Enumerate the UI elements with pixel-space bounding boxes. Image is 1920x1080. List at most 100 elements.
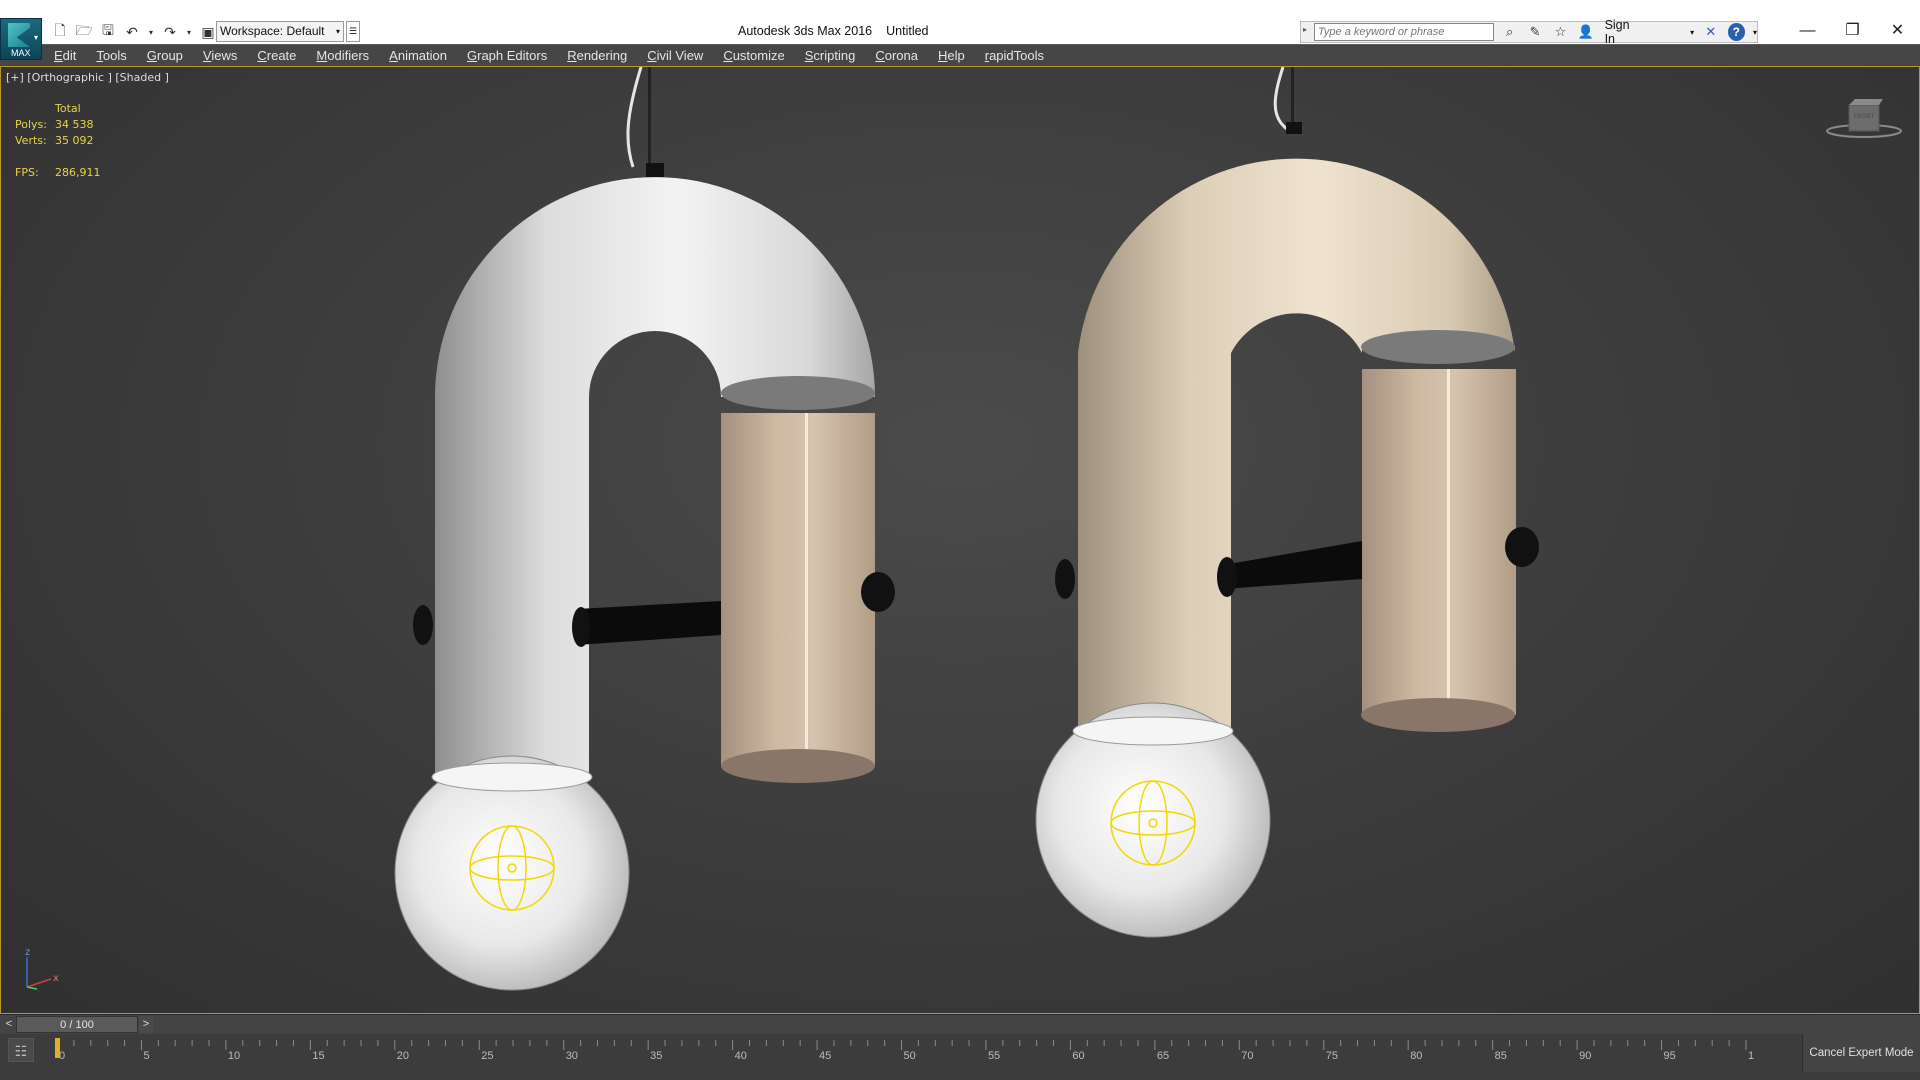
menu-customize[interactable]: Customize bbox=[723, 48, 784, 63]
menu-views[interactable]: Views bbox=[203, 48, 237, 63]
polys-label: Polys: bbox=[15, 118, 47, 131]
ruler-label: 55 bbox=[988, 1050, 1000, 1062]
collapse-search-icon[interactable]: ▸ bbox=[1303, 25, 1307, 34]
fps-label: FPS: bbox=[15, 166, 39, 179]
cable bbox=[626, 67, 643, 168]
ruler-label: 60 bbox=[1072, 1050, 1084, 1062]
rod-knob-left bbox=[413, 605, 433, 645]
menu-rendering[interactable]: Rendering bbox=[567, 48, 627, 63]
perspective-viewport[interactable]: z x [+] [Orthographic ] [Shaded ] Total … bbox=[0, 66, 1920, 1014]
redo-icon[interactable]: ↷ bbox=[160, 23, 180, 41]
ruler-label: 10 bbox=[228, 1050, 240, 1062]
ruler-label: 80 bbox=[1410, 1050, 1422, 1062]
quick-access-toolbar: 🗋 🗁 🖫 ↶ ▾ ↷ ▾ ▣ bbox=[50, 22, 218, 42]
rod-end bbox=[1217, 557, 1237, 597]
workspace-dropdown[interactable]: Workspace: Default ▾ bbox=[216, 21, 344, 42]
menu-group[interactable]: Group bbox=[147, 48, 183, 63]
undo-icon[interactable]: ↶ bbox=[122, 23, 142, 41]
window-title: Autodesk 3ds Max 2016 Untitled bbox=[738, 24, 929, 38]
rod-knob-right bbox=[1505, 527, 1539, 567]
black-rod bbox=[1223, 541, 1362, 589]
track-bar: ☷ 0 5 10 15 20 25 30 35 40 45 50 55 60 65 70 75 80 85 90 95… bbox=[0, 1034, 1920, 1080]
mini-curve-editor-icon[interactable]: ☷ bbox=[8, 1038, 34, 1062]
marble-highlight bbox=[1447, 369, 1450, 715]
undo-dropdown-icon[interactable]: ▾ bbox=[146, 23, 156, 41]
favorites-star-icon[interactable]: ☆ bbox=[1552, 23, 1569, 41]
menu-modifiers[interactable]: Modifiers bbox=[316, 48, 369, 63]
menu-corona[interactable]: Corona bbox=[875, 48, 918, 63]
document-title: Untitled bbox=[886, 24, 929, 38]
menu-tools[interactable]: Tools bbox=[96, 48, 126, 63]
subscription-center-icon[interactable]: ✎ bbox=[1526, 23, 1543, 41]
ruler-label: 90 bbox=[1579, 1050, 1591, 1062]
cancel-expert-mode-button[interactable]: Cancel Expert Mode bbox=[1802, 1034, 1920, 1072]
new-file-icon[interactable]: 🗋 bbox=[50, 22, 70, 41]
workspace-label: Workspace: Default bbox=[220, 24, 325, 38]
menu-civil-view[interactable]: Civil View bbox=[647, 48, 703, 63]
infocenter-toolbar: ▸ ⌕ ✎ ☆ 👤 Sign In ▾ ✕ ? ▾ bbox=[1300, 18, 1758, 46]
time-slider-prev-button[interactable]: < bbox=[2, 1016, 16, 1033]
viewcube-icon[interactable]: FRONT bbox=[1825, 97, 1903, 141]
menu-graph-editors[interactable]: Graph Editors bbox=[467, 48, 547, 63]
time-slider-frame[interactable]: 0 / 100 bbox=[16, 1016, 138, 1033]
time-slider-bar: < 0 / 100 > bbox=[0, 1014, 1920, 1034]
chevron-down-icon[interactable]: ▾ bbox=[1753, 28, 1757, 37]
user-icon[interactable]: 👤 bbox=[1577, 23, 1594, 41]
application-menu-button[interactable]: MAX ▾ bbox=[0, 18, 42, 60]
open-file-icon[interactable]: 🗁 bbox=[74, 22, 94, 41]
chevron-down-icon: ▾ bbox=[335, 27, 340, 36]
chevron-down-icon: ▾ bbox=[33, 33, 38, 42]
lamp-beige[interactable] bbox=[1035, 67, 1539, 938]
chevron-down-icon[interactable]: ▾ bbox=[1690, 28, 1694, 37]
rod-knob-right bbox=[861, 572, 895, 612]
save-file-icon[interactable]: 🖫 bbox=[98, 22, 118, 41]
menu-scripting[interactable]: Scripting bbox=[805, 48, 856, 63]
help-icon[interactable]: ? bbox=[1727, 23, 1745, 41]
verts-value: 35 092 bbox=[55, 134, 94, 147]
ruler-label: 25 bbox=[481, 1050, 493, 1062]
project-folder-icon[interactable]: ▣ bbox=[198, 23, 218, 41]
ruler-label: 95 bbox=[1664, 1050, 1676, 1062]
exchange-apps-icon[interactable]: ✕ bbox=[1702, 23, 1719, 41]
restore-icon[interactable]: ❐ bbox=[1830, 18, 1875, 44]
cord bbox=[648, 67, 651, 167]
marble-base bbox=[1361, 698, 1515, 732]
tube-end bbox=[721, 376, 875, 410]
black-rod bbox=[577, 601, 721, 645]
axis-z-label: z bbox=[25, 947, 30, 958]
ruler-label: 30 bbox=[566, 1050, 578, 1062]
marble-highlight bbox=[805, 413, 808, 765]
menu-create[interactable]: Create bbox=[257, 48, 296, 63]
customize-toolbar-button[interactable]: ☰ bbox=[346, 21, 360, 42]
menu-animation[interactable]: Animation bbox=[389, 48, 447, 63]
lamp-white[interactable] bbox=[394, 67, 895, 991]
polys-value: 34 538 bbox=[55, 118, 94, 131]
redo-dropdown-icon[interactable]: ▾ bbox=[184, 23, 194, 41]
close-icon[interactable]: ✕ bbox=[1875, 18, 1920, 44]
viewport-label-menu[interactable]: [+] [Orthographic ] [Shaded ] bbox=[6, 71, 169, 84]
ruler-label: 15 bbox=[312, 1050, 324, 1062]
search-input[interactable] bbox=[1314, 23, 1494, 41]
menu-edit[interactable]: Edit bbox=[54, 48, 76, 63]
menu-help[interactable]: Help bbox=[938, 48, 965, 63]
ruler-label: 65 bbox=[1157, 1050, 1169, 1062]
ruler-label: 45 bbox=[819, 1050, 831, 1062]
minimize-icon[interactable]: — bbox=[1785, 18, 1830, 44]
time-slider-next-button[interactable]: > bbox=[139, 1016, 153, 1033]
ruler-label: 40 bbox=[735, 1050, 747, 1062]
3dsmax-logo-icon bbox=[8, 23, 30, 47]
viewcube-face-label: FRONT bbox=[1854, 113, 1875, 120]
bulb-socket bbox=[1072, 716, 1234, 746]
rod-end bbox=[572, 607, 590, 647]
ruler-label: 100 bbox=[1748, 1050, 1754, 1062]
stats-header: Total bbox=[55, 102, 81, 115]
menu-bar: Edit Tools Group Views Create Modifiers … bbox=[0, 44, 1920, 66]
fps-value: 286,911 bbox=[55, 166, 101, 179]
binoculars-search-icon[interactable]: ⌕ bbox=[1501, 23, 1518, 41]
sign-in-link[interactable]: Sign In bbox=[1605, 18, 1643, 46]
frame-ruler[interactable]: 0510152025303540455055606570758085909510… bbox=[54, 1034, 1754, 1062]
axis-x-label: x bbox=[53, 973, 59, 984]
cord-cap bbox=[646, 163, 664, 177]
verts-label: Verts: bbox=[15, 134, 47, 147]
menu-rapidtools[interactable]: rapidTools bbox=[985, 48, 1044, 63]
